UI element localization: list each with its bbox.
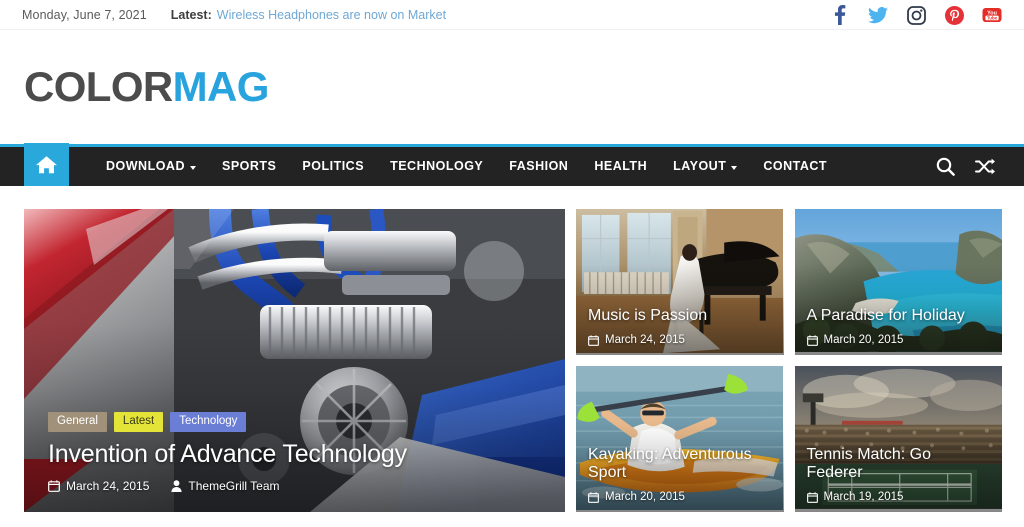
featured-card-image <box>794 209 1002 352</box>
post-date: March 24, 2015 <box>48 479 149 493</box>
nav-utility-icons <box>934 147 1024 186</box>
main-navigation: DOWNLOAD SPORTS POLITICS TECHNOLOGY FASH… <box>0 143 1024 186</box>
featured-card-image <box>794 366 1002 509</box>
calendar-icon <box>588 491 599 503</box>
post-author-text: ThemeGrill Team <box>188 479 280 493</box>
nav-items: DOWNLOAD SPORTS POLITICS TECHNOLOGY FASH… <box>93 147 840 186</box>
featured-side-column: Music is Passion March 24, 2015 A Paradi… <box>576 209 1002 512</box>
home-icon[interactable] <box>24 143 69 186</box>
post-author: ThemeGrill Team <box>171 479 280 493</box>
featured-card-date: March 20, 2015 <box>823 334 904 346</box>
featured-main-title[interactable]: Invention of Advance Technology <box>48 440 407 469</box>
nav-item-label: FASHION <box>509 159 569 173</box>
youtube-icon[interactable]: You Tube <box>982 5 1002 25</box>
logo-band: COLORMAG <box>0 30 1024 144</box>
random-post-icon[interactable] <box>974 156 996 178</box>
nav-item-label: LAYOUT <box>673 159 727 173</box>
calendar-icon <box>588 334 599 346</box>
logo-part-mag: MAG <box>172 63 270 110</box>
category-badge-technology[interactable]: Technology <box>170 411 247 432</box>
nav-item-contact[interactable]: CONTACT <box>750 147 840 186</box>
featured-card-title[interactable]: Kayaking: Adventurous Sport <box>588 446 772 482</box>
featured-card-title[interactable]: Tennis Match: Go Federer <box>807 446 991 482</box>
featured-card-meta: March 20, 2015 <box>806 334 904 346</box>
featured-main-meta: March 24, 2015 ThemeGrill Team <box>48 479 280 493</box>
facebook-icon[interactable] <box>830 5 850 25</box>
current-date: Monday, June 7, 2021 <box>22 7 147 22</box>
featured-card-image <box>576 366 784 511</box>
featured-card-date: March 20, 2015 <box>605 491 685 503</box>
nav-item-label: TECHNOLOGY <box>390 159 484 173</box>
user-icon <box>171 480 182 492</box>
nav-item-technology[interactable]: TECHNOLOGY <box>377 147 496 186</box>
nav-item-download[interactable]: DOWNLOAD <box>93 147 209 186</box>
nav-item-label: CONTACT <box>763 159 828 173</box>
latest-news-link[interactable]: Wireless Headphones are now on Market <box>217 8 446 22</box>
featured-card-date: March 24, 2015 <box>605 334 685 346</box>
category-badge-latest[interactable]: Latest <box>113 411 164 432</box>
site-logo[interactable]: COLORMAG <box>24 66 269 108</box>
nav-item-fashion[interactable]: FASHION <box>496 147 581 186</box>
featured-main-post[interactable]: General Latest Technology Invention of A… <box>24 209 565 512</box>
featured-card-tennis[interactable]: Tennis Match: Go Federer March 19, 2015 <box>794 366 1002 512</box>
instagram-icon[interactable] <box>906 5 926 25</box>
nav-item-layout[interactable]: LAYOUT <box>660 147 750 186</box>
featured-card-image <box>576 209 784 354</box>
calendar-icon <box>48 480 60 492</box>
calendar-icon <box>806 491 818 503</box>
nav-item-label: SPORTS <box>222 159 277 173</box>
search-icon[interactable] <box>934 156 956 178</box>
calendar-icon <box>806 334 818 346</box>
category-badges: General Latest Technology <box>48 411 247 432</box>
pinterest-icon[interactable] <box>944 5 964 25</box>
nav-item-label: HEALTH <box>594 159 648 173</box>
featured-card-row-2: Kayaking: Adventurous Sport March 20, 20… <box>576 366 1002 512</box>
featured-card-date: March 19, 2015 <box>823 491 904 503</box>
category-badge-general[interactable]: General <box>48 411 107 432</box>
featured-card-meta: March 24, 2015 <box>588 334 685 346</box>
social-links: You Tube <box>830 0 1002 30</box>
latest-label: Latest: <box>170 7 212 22</box>
post-date-text: March 24, 2015 <box>66 479 150 493</box>
nav-item-label: DOWNLOAD <box>106 159 185 173</box>
featured-card-title[interactable]: A Paradise for Holiday <box>807 307 991 325</box>
featured-card-meta: March 20, 2015 <box>588 491 685 503</box>
svg-text:Tube: Tube <box>987 15 998 20</box>
logo-part-color: COLOR <box>24 63 173 110</box>
featured-card-music[interactable]: Music is Passion March 24, 2015 <box>576 209 784 355</box>
chevron-down-icon <box>190 165 196 170</box>
twitter-icon[interactable] <box>868 5 888 25</box>
top-bar: Monday, June 7, 2021 Latest: Wireless He… <box>0 0 1024 30</box>
featured-card-paradise[interactable]: A Paradise for Holiday March 20, 2015 <box>794 209 1002 355</box>
nav-item-label: POLITICS <box>302 159 365 173</box>
nav-item-sports[interactable]: SPORTS <box>209 147 289 186</box>
featured-card-kayaking[interactable]: Kayaking: Adventurous Sport March 20, 20… <box>576 366 784 512</box>
featured-posts-grid: General Latest Technology Invention of A… <box>24 209 1002 512</box>
latest-news-ticker: Latest: Wireless Headphones are now on M… <box>171 8 446 22</box>
featured-card-meta: March 19, 2015 <box>806 491 904 503</box>
chevron-down-icon <box>731 165 738 170</box>
nav-item-politics[interactable]: POLITICS <box>289 147 377 186</box>
featured-card-row-1: Music is Passion March 24, 2015 A Paradi… <box>576 209 1002 355</box>
featured-card-title[interactable]: Music is Passion <box>588 307 772 325</box>
nav-item-health[interactable]: HEALTH <box>581 147 660 186</box>
nav-bar: DOWNLOAD SPORTS POLITICS TECHNOLOGY FASH… <box>0 143 1024 186</box>
